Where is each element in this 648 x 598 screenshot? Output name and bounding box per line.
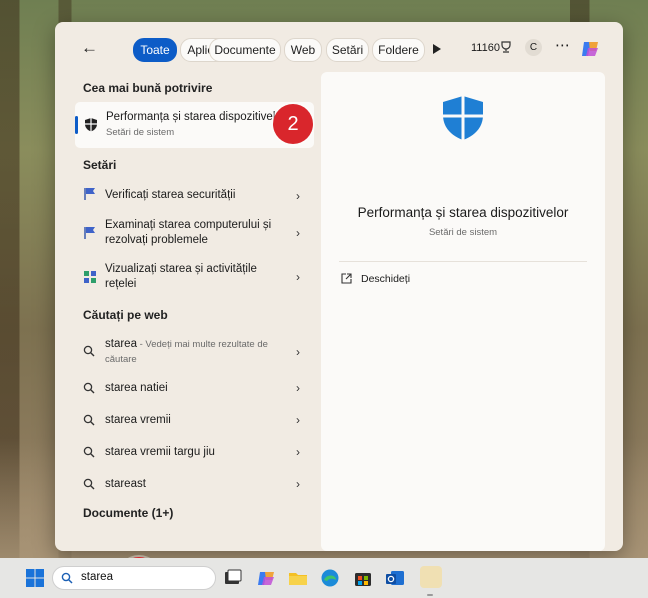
selection-indicator [75,116,78,134]
web-result-label: starea natiei [105,382,168,394]
filter-web[interactable]: Web [284,38,322,62]
windows-start-icon[interactable] [25,568,45,588]
flag-icon [84,227,95,239]
web-result-label: starea vremii targu jiu [105,446,215,458]
documents-header[interactable]: Documente (1+) [83,506,173,520]
filter-settings[interactable]: Setări [326,38,369,62]
search-icon [83,414,95,426]
web-result-label: starea vremii [105,414,171,426]
task-view-icon[interactable] [223,568,243,588]
taskbar-search-value: starea [81,571,113,583]
open-label: Deschideți [361,273,411,285]
settings-item-network[interactable]: Vizualizați starea și activitățile rețel… [75,258,314,298]
more-options-icon[interactable]: ⋯ [555,38,571,54]
preview-subtitle: Setări de sistem [428,227,498,238]
preview-divider [339,261,587,262]
web-result-label: starea - Vedeți mai multe rezultate de c… [105,338,268,365]
web-result-item[interactable]: stareast › [75,474,314,494]
best-match-title: Performanța și starea dispozitivelor [106,111,286,123]
windows-security-shield-icon [443,96,483,140]
outlook-icon[interactable] [385,568,405,588]
chevron-right-icon: › [296,413,300,427]
web-search-header: Căutați pe web [83,308,168,322]
filter-all[interactable]: Toate [133,38,177,62]
web-result-item[interactable]: starea - Vedeți mai multe rezultate de c… [75,334,314,370]
search-icon [83,382,95,394]
more-filters-play-icon[interactable] [433,44,441,54]
open-external-icon [341,273,352,284]
edge-browser-icon[interactable] [320,568,340,588]
chevron-right-icon: › [296,270,300,284]
account-avatar[interactable]: C [525,39,542,56]
best-match-header: Cea mai bună potrivire [83,81,213,95]
copilot-icon[interactable] [579,38,601,60]
taskbar-search-box[interactable]: starea [52,566,216,590]
step-marker-2: 2 [273,104,313,144]
web-result-item[interactable]: starea vremii targu jiu › [75,442,314,462]
rewards-points[interactable]: 11160 [471,42,500,54]
search-icon [83,345,95,357]
settings-item-label: Verificați starea securității [105,189,236,201]
settings-header: Setări [83,158,117,172]
taskbar: starea [0,558,648,598]
network-icon [84,271,96,283]
file-explorer-icon[interactable] [288,568,308,588]
filter-bar: ← Toate Aplicații Documente Web Setări F… [55,36,623,62]
chevron-right-icon: › [296,381,300,395]
running-indicator [427,594,433,596]
chevron-right-icon: › [296,226,300,240]
search-icon [61,572,73,584]
rewards-trophy-icon[interactable] [500,41,512,53]
chevron-right-icon: › [296,189,300,203]
open-action[interactable]: Deschideți [341,273,410,285]
web-result-item[interactable]: starea natiei › [75,378,314,398]
best-match-subtitle: Setări de sistem [106,127,175,138]
chevron-right-icon: › [296,445,300,459]
pinned-app-icon[interactable] [420,566,442,588]
shield-icon [85,118,97,132]
start-search-panel: ← Toate Aplicații Documente Web Setări F… [55,22,623,551]
settings-item-label: Examinați starea computerului și rezolva… [105,219,272,246]
search-icon [83,446,95,458]
settings-item-health[interactable]: Examinați starea computerului și rezolva… [75,214,314,254]
filter-documents[interactable]: Documente [209,38,281,62]
filter-folders[interactable]: Foldere [372,38,425,62]
preview-title: Performanța și starea dispozitivelor [357,205,569,220]
copilot-icon[interactable] [256,568,276,588]
search-icon [83,478,95,490]
settings-item-security[interactable]: Verificați starea securității › [75,182,314,208]
settings-item-label: Vizualizați starea și activitățile rețel… [105,263,257,290]
flag-icon [84,188,95,200]
microsoft-store-icon[interactable] [353,568,373,588]
chevron-right-icon: › [296,345,300,359]
preview-pane: Performanța și starea dispozitivelor Set… [321,72,605,551]
back-arrow-icon[interactable]: ← [81,38,101,58]
chevron-right-icon: › [296,477,300,491]
web-result-label: stareast [105,478,146,490]
web-result-item[interactable]: starea vremii › [75,410,314,430]
